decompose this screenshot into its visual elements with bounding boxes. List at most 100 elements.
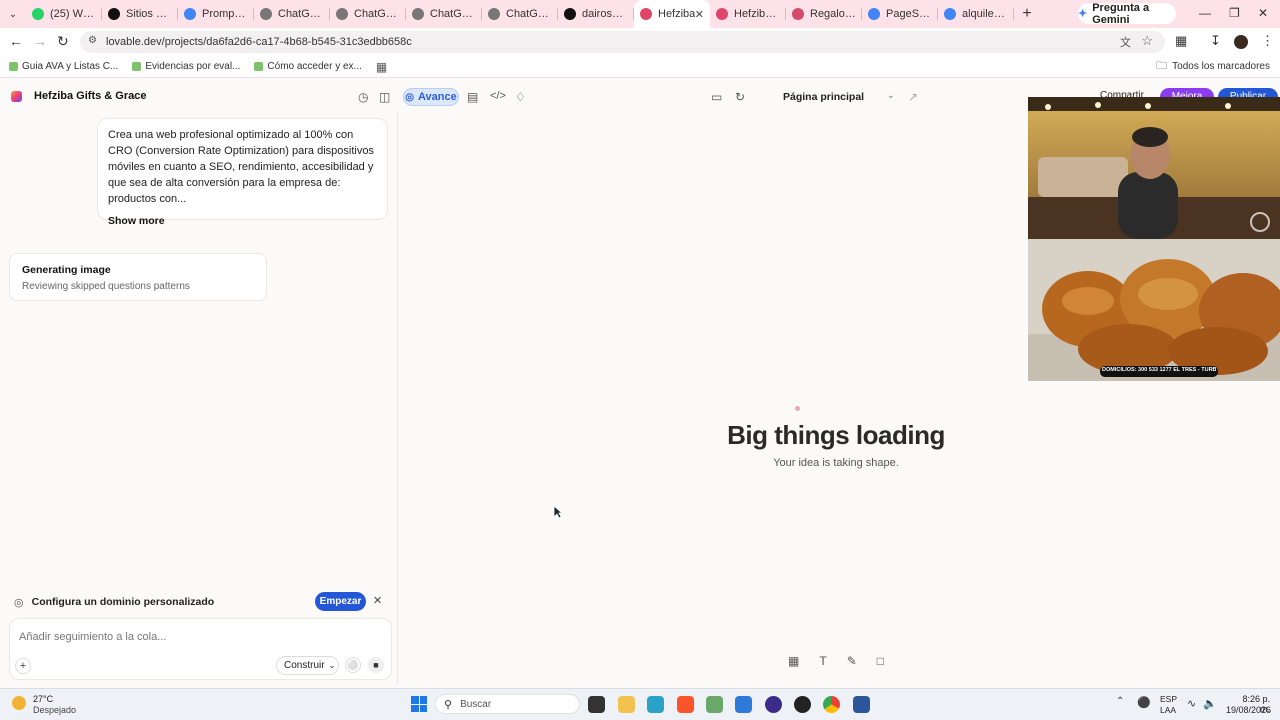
file-icon[interactable]: ▤: [467, 90, 478, 104]
refresh-preview-icon[interactable]: ↻: [735, 90, 745, 104]
tab-favicon-icon: [564, 8, 576, 20]
tab-search-chevron-icon[interactable]: ⌄: [0, 0, 26, 28]
bookmark-star-icon[interactable]: ☆: [1141, 33, 1153, 49]
bookmark-item[interactable]: Cómo acceder y ex...: [254, 61, 362, 72]
gemini-button[interactable]: ✦ Pregunta a Gemini: [1078, 2, 1176, 26]
composer-input[interactable]: Añadir seguimiento a la cola...: [19, 631, 166, 643]
wifi-icon[interactable]: ∿: [1187, 697, 1196, 710]
browser-tab[interactable]: ChatGPT - A: [254, 0, 330, 28]
select-element-icon[interactable]: ▦: [788, 654, 799, 674]
clock-date[interactable]: 19/08/2026: [1226, 705, 1271, 715]
browser-tab[interactable]: ChatGPT - C: [482, 0, 558, 28]
browser-tab[interactable]: Hefziba Gift: [710, 0, 786, 28]
pencil-icon[interactable]: ✎: [847, 654, 857, 674]
comment-icon[interactable]: □: [877, 654, 884, 674]
stop-icon[interactable]: ■: [368, 657, 384, 673]
browser-tab[interactable]: alquiler de a: [938, 0, 1014, 28]
weather-temp: 27°C: [33, 694, 54, 704]
snipping-tool-icon[interactable]: [706, 696, 723, 713]
lovable-logo-icon[interactable]: [11, 91, 22, 102]
mouse-cursor-icon: [553, 505, 563, 519]
file-explorer-icon[interactable]: [618, 696, 635, 713]
edge-icon[interactable]: [647, 696, 664, 713]
apps-grid-icon[interactable]: ▦: [376, 60, 387, 74]
tab-label: (25) WhatsA: [50, 8, 96, 20]
bookmark-item[interactable]: Guia AVA y Listas C...: [9, 61, 118, 72]
build-mode-select[interactable]: Construir ⌄: [276, 656, 339, 675]
microphone-icon[interactable]: ⚪: [345, 657, 361, 673]
close-tab-icon[interactable]: ✕: [695, 8, 704, 21]
obs-icon[interactable]: [765, 696, 782, 713]
project-name[interactable]: Hefziba Gifts & Grace: [34, 90, 146, 102]
add-attachment-icon[interactable]: +: [15, 658, 31, 674]
language-line2[interactable]: LAA: [1160, 705, 1176, 715]
layers-icon[interactable]: ♢: [515, 90, 526, 104]
task-view-icon[interactable]: [588, 696, 605, 713]
tab-label: Hefziba Gift: [734, 8, 780, 20]
weather-sun-icon[interactable]: [12, 696, 26, 710]
browser-tab[interactable]: Regalos cris: [786, 0, 862, 28]
extensions-icon[interactable]: ▦: [1175, 33, 1187, 49]
globe-icon: ◎: [14, 596, 24, 609]
project-chevron-down-icon[interactable]: ⌄: [131, 90, 139, 101]
bookmark-item[interactable]: Evidencias por eval...: [132, 61, 240, 72]
tab-label: ChatGPT - A: [278, 8, 324, 20]
restore-icon[interactable]: ❐: [1229, 6, 1240, 20]
desktop-view-icon[interactable]: ▭: [711, 90, 722, 104]
close-banner-icon[interactable]: ✕: [373, 594, 382, 607]
recorder-icon[interactable]: [794, 696, 811, 713]
browser-tab[interactable]: Sitios Webs: [102, 0, 178, 28]
reload-icon[interactable]: ↻: [57, 33, 69, 50]
code-icon[interactable]: </>: [490, 90, 506, 102]
forward-icon[interactable]: →: [33, 33, 47, 49]
language-line1[interactable]: ESP: [1160, 694, 1177, 704]
volume-icon[interactable]: 🔈: [1203, 697, 1217, 710]
browser-tab[interactable]: dairosantos: [558, 0, 634, 28]
weather-desc: Despejado: [33, 705, 77, 715]
browser-tab[interactable]: ChatGPT - S: [330, 0, 406, 28]
tab-avance[interactable]: ◎ Avance: [403, 88, 459, 106]
brave-icon[interactable]: [677, 696, 694, 713]
tab-favicon-icon: [260, 8, 272, 20]
history-icon[interactable]: ◷: [358, 90, 368, 104]
sidebar-toggle-icon[interactable]: ◫: [379, 90, 390, 104]
tab-favicon-icon: [184, 8, 196, 20]
microphone-tray-icon[interactable]: ⚫: [1137, 696, 1151, 709]
close-window-icon[interactable]: ✕: [1258, 6, 1268, 20]
chrome-icon[interactable]: [823, 696, 840, 713]
browser-tab[interactable]: ChatGPT - C: [406, 0, 482, 28]
open-external-icon[interactable]: ↗: [908, 90, 918, 104]
page-select[interactable]: Página principal: [783, 91, 864, 103]
show-more-button[interactable]: Show more: [108, 213, 377, 229]
text-tool-icon[interactable]: T: [819, 654, 826, 674]
profile-avatar[interactable]: [1234, 35, 1248, 49]
back-icon[interactable]: ←: [9, 33, 23, 49]
globe-icon: ◎: [405, 91, 414, 103]
bookmark-icon: [9, 62, 18, 71]
site-info-icon[interactable]: ⚙: [88, 35, 97, 46]
start-domain-button[interactable]: Empezar: [315, 592, 366, 611]
start-windows-icon[interactable]: [411, 696, 427, 712]
tray-chevron-up-icon[interactable]: ⌃: [1116, 696, 1124, 707]
browser-tab[interactable]: Prompt Sitio: [178, 0, 254, 28]
tab-favicon-icon: [716, 8, 728, 20]
download-icon[interactable]: ↧: [1210, 33, 1221, 49]
tab-label: PageSpeed I: [886, 8, 932, 20]
translate-icon[interactable]: 文: [1120, 34, 1131, 50]
bookmark-icon: [254, 62, 264, 71]
address-bar[interactable]: ⚙ lovable.dev/projects/da6fa2d6-ca17-4b6…: [80, 31, 1165, 53]
menu-kebab-icon[interactable]: ⋮: [1261, 33, 1274, 49]
custom-domain-banner: ◎ Configura un dominio personalizado Emp…: [9, 589, 392, 615]
browser-tab-active[interactable]: Hefziba ✕: [634, 0, 710, 28]
new-tab-plus-icon[interactable]: +: [1014, 5, 1040, 23]
app-window-icon[interactable]: [735, 696, 752, 713]
generation-status-card: Generating image Reviewing skipped quest…: [9, 253, 267, 301]
webcam-image: [1028, 97, 1280, 239]
minimize-icon[interactable]: —: [1199, 6, 1211, 20]
browser-tab[interactable]: PageSpeed I: [862, 0, 938, 28]
word-icon[interactable]: [853, 696, 870, 713]
page-chevron-down-icon[interactable]: ⌄: [887, 90, 895, 101]
all-bookmarks-folder[interactable]: 🗀 Todos los marcadores: [1156, 57, 1270, 76]
taskbar-search[interactable]: ⚲ Buscar: [435, 694, 580, 714]
browser-tab[interactable]: (25) WhatsA: [26, 0, 102, 28]
